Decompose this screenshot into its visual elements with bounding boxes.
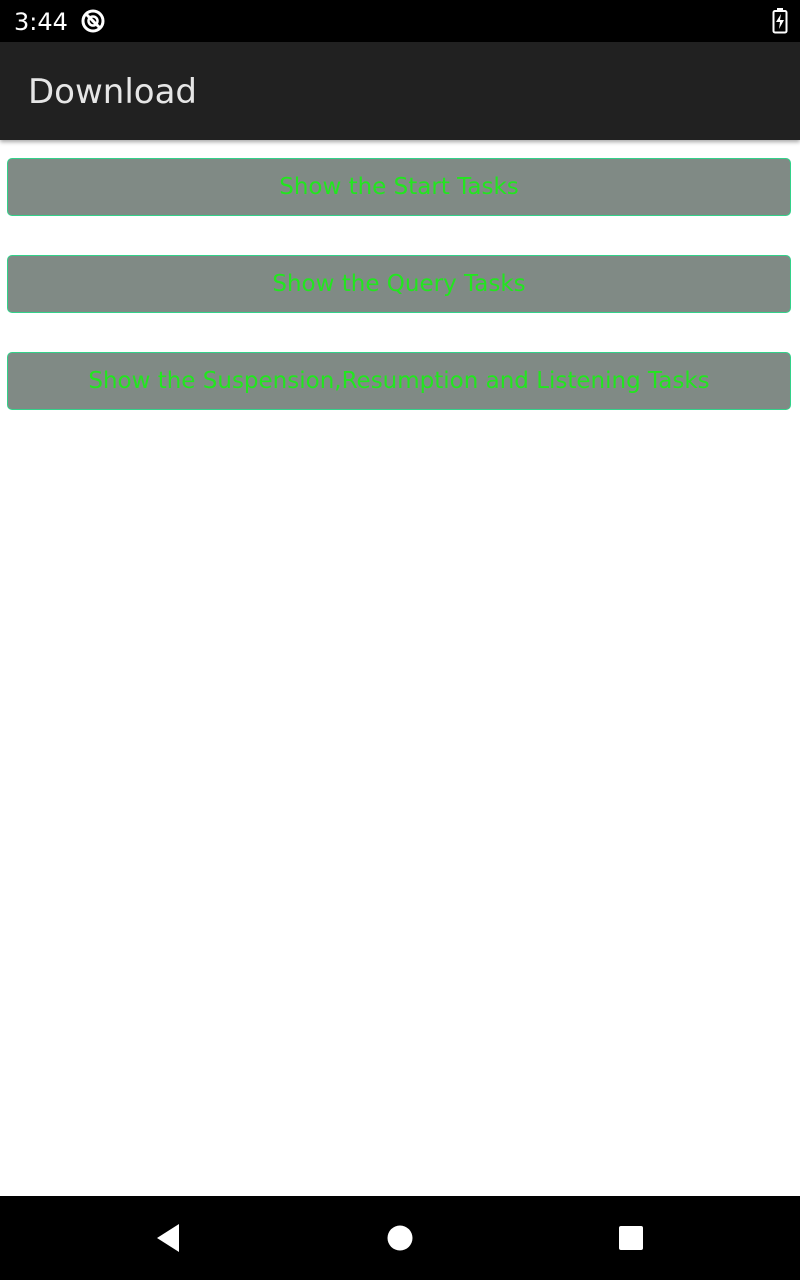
home-icon[interactable] <box>378 1216 422 1260</box>
page-title: Download <box>28 72 198 112</box>
recents-icon[interactable] <box>609 1216 653 1260</box>
show-suspension-resumption-listening-tasks-button[interactable]: Show the Suspension,Resumption and Liste… <box>7 352 791 410</box>
status-bar: 3:44 <box>0 0 800 42</box>
show-start-tasks-button[interactable]: Show the Start Tasks <box>7 158 791 216</box>
battery-charging-icon <box>772 8 788 34</box>
back-icon[interactable] <box>146 1216 190 1260</box>
show-query-tasks-button[interactable]: Show the Query Tasks <box>7 255 791 313</box>
status-time: 3:44 <box>14 8 68 36</box>
app-bar: Download <box>0 42 800 140</box>
navigation-bar <box>0 1196 800 1280</box>
main-content: Show the Start Tasks Show the Query Task… <box>0 140 800 1196</box>
notification-ring-icon <box>80 8 106 34</box>
